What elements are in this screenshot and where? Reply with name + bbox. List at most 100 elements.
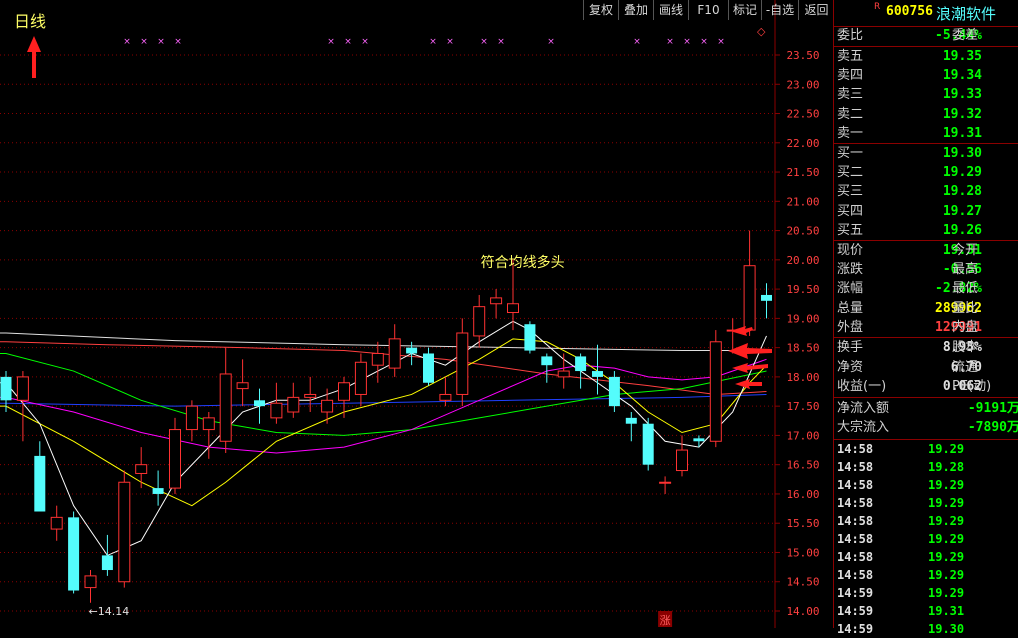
stock-name[interactable]: 浪潮软件	[936, 3, 996, 24]
candle-body	[676, 449, 688, 472]
candle-body	[185, 405, 198, 431]
stat2-label: 净资	[837, 359, 864, 375]
event-marker: ×	[429, 37, 437, 47]
back-button[interactable]: 返回	[798, 0, 834, 20]
candle-body	[371, 352, 384, 366]
tick-price: 19.29	[928, 550, 965, 564]
stat2-label2: PE(动)	[952, 379, 992, 394]
y-tick-label: 18.00	[786, 371, 819, 384]
stat-label2: 最低	[952, 281, 979, 297]
annotation-arrow	[735, 379, 762, 389]
quote-panel: R 600756 浪潮软件 委比 -5.44% 委差 卖五 19.35 卖四 19.3…	[834, 0, 1018, 636]
ask-price: 19.31	[942, 125, 982, 141]
watchlist-button[interactable]: -自选	[761, 0, 798, 20]
ask-price: 19.34	[942, 68, 982, 84]
stat-row: 涨跌 -0.56 最高	[834, 260, 1018, 279]
weibi-row: 委比 -5.44% 委差	[834, 26, 1018, 45]
candle-body	[761, 294, 772, 301]
tick-row: 14:59 19.30	[834, 620, 1018, 638]
y-tick-label: 16.50	[786, 459, 819, 472]
diamond-icon[interactable]: ◇	[757, 25, 765, 38]
bid-label: 买四	[837, 203, 864, 219]
candle-body	[354, 361, 367, 395]
candle-body	[202, 417, 215, 431]
tick-time: 14:58	[837, 460, 874, 474]
candle-body	[473, 306, 486, 337]
candle-body	[254, 400, 265, 407]
tick-price: 19.28	[928, 460, 965, 474]
candle-body	[68, 517, 80, 591]
y-tick-label: 15.00	[786, 546, 819, 559]
candle-body	[406, 347, 418, 354]
candle-body	[118, 481, 131, 583]
event-marker: ×	[547, 37, 555, 47]
ma250-line	[0, 393, 767, 407]
stat-label2: 今开	[952, 243, 979, 258]
flow-value: -7890万	[967, 420, 1018, 435]
candle-body	[592, 371, 603, 377]
tick-time: 14:58	[837, 568, 874, 582]
stat-row: 总量 289962 量比	[834, 299, 1018, 318]
bid-row: 买二 19.29	[834, 163, 1018, 182]
candle-body	[709, 341, 722, 442]
stat2-label: 换手	[837, 340, 864, 355]
tick-row: 14:58 19.29	[834, 512, 1018, 530]
tick-time: 14:58	[837, 514, 874, 528]
bid-row: 买一 19.30	[834, 144, 1018, 163]
candle-body	[625, 417, 637, 424]
candle-body	[541, 356, 553, 366]
tick-row: 14:58 19.29	[834, 548, 1018, 566]
tick-time: 14:58	[837, 478, 874, 492]
event-marker: ×	[633, 37, 641, 47]
event-marker: ×	[123, 37, 131, 47]
y-tick-label: 14.50	[786, 576, 819, 589]
candle-body	[135, 464, 148, 474]
event-marker: ×	[700, 37, 708, 47]
overlay-button[interactable]: 叠加	[618, 0, 653, 20]
candle-body	[693, 438, 705, 442]
ask-label: 卖一	[837, 125, 864, 141]
y-tick-label: 19.00	[786, 312, 819, 325]
stat-label: 外盘	[837, 319, 864, 335]
y-tick-label: 21.50	[786, 166, 819, 179]
ask-label: 卖四	[837, 68, 864, 84]
min-price-label: ←14.14	[89, 605, 130, 618]
bid-price: 19.27	[942, 203, 982, 219]
y-tick-label: 16.00	[786, 488, 819, 501]
mark-button[interactable]: 标记	[728, 0, 761, 20]
draw-line-button[interactable]: 画线	[653, 0, 688, 20]
tick-row: 14:58 19.29	[834, 530, 1018, 548]
bid-price: 19.28	[942, 184, 982, 200]
stat-label: 涨跌	[837, 262, 864, 278]
flow-value: -9191万	[967, 401, 1018, 416]
tick-price: 19.29	[928, 532, 965, 546]
flow-row: 大宗流入 -7890万	[834, 418, 1018, 437]
event-marker: ×	[666, 37, 674, 47]
candle-body	[557, 370, 570, 378]
period-label[interactable]: 日线	[14, 8, 46, 32]
stock-code: 600756	[886, 4, 933, 19]
bid-row: 买五 19.26	[834, 221, 1018, 240]
candle-body	[287, 396, 300, 413]
candle-body	[608, 376, 620, 407]
candlestick-chart: 23.50 23.00 22.50 22.00 21.50 21.00 20.50 20.00…	[0, 0, 820, 628]
weicha-label: 委差	[952, 28, 979, 43]
y-tick-label: 23.00	[786, 78, 819, 91]
f10-button[interactable]: F10	[688, 0, 728, 20]
restore-rights-button[interactable]: 复权	[583, 0, 618, 20]
tick-price: 19.29	[928, 586, 965, 600]
ask-row: 卖三 19.33	[834, 85, 1018, 104]
stat-row: 外盘 129991 内盘	[834, 318, 1018, 337]
candle-body	[16, 376, 29, 401]
tick-price: 19.29	[928, 514, 965, 528]
candle-body	[321, 399, 334, 413]
tick-time: 14:59	[837, 586, 874, 600]
event-marker: ×	[327, 37, 335, 47]
ask-label: 卖二	[837, 106, 864, 122]
candle-body	[0, 376, 12, 401]
chart-border	[833, 0, 834, 628]
candle-body	[524, 324, 536, 351]
candle-body	[423, 353, 434, 383]
weibi-label: 委比	[837, 28, 864, 43]
event-marker: ×	[683, 37, 691, 47]
